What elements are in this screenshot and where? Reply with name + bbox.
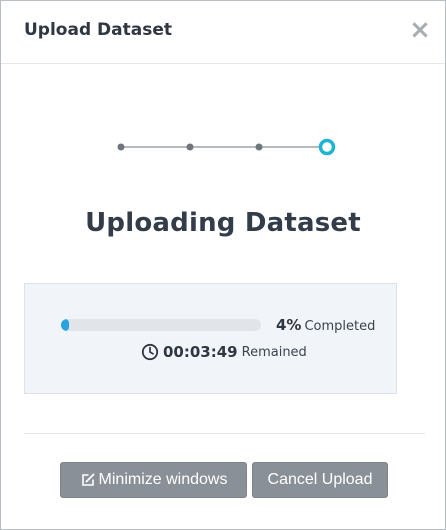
upload-dataset-dialog: Upload Dataset × Uploading Dataset 4% Com…: [0, 0, 446, 530]
cancel-upload-button[interactable]: Cancel Upload: [252, 462, 388, 498]
upload-stepper: [117, 138, 336, 156]
clock-icon: [141, 343, 159, 361]
dialog-title: Upload Dataset: [24, 20, 172, 40]
progress-bar-fill: [61, 319, 69, 331]
minimize-windows-button[interactable]: Minimize windows: [60, 462, 247, 498]
footer-divider: [24, 433, 425, 434]
cancel-upload-label: Cancel Upload: [267, 471, 373, 488]
percent-status: 4% Completed: [276, 316, 375, 334]
uploading-heading: Uploading Dataset: [85, 208, 361, 238]
time-remaining-value: 00:03:49: [163, 343, 238, 361]
stepper-step-1: [117, 143, 125, 151]
percent-value: 4%: [276, 316, 302, 334]
dialog-header: Upload Dataset ×: [1, 1, 445, 64]
completed-label: Completed: [304, 319, 376, 334]
time-remaining-status: 00:03:49 Remained: [141, 343, 307, 361]
progress-bar: [61, 319, 261, 331]
stepper-step-4-current: [318, 138, 336, 156]
remained-label: Remained: [241, 344, 307, 360]
progress-panel: 4% Completed 00:03:49 Remained: [24, 283, 397, 394]
stepper-step-3: [255, 143, 263, 151]
minimize-windows-label: Minimize windows: [98, 471, 228, 488]
stepper-step-2: [186, 143, 194, 151]
edit-icon: [81, 473, 94, 486]
close-icon[interactable]: ×: [409, 17, 431, 43]
